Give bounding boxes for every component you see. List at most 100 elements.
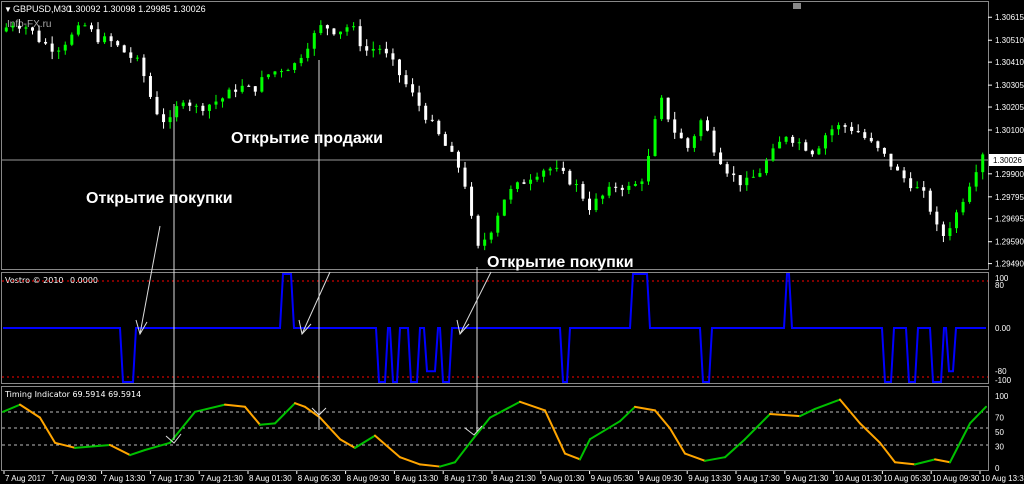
candle-body [561, 167, 565, 171]
candle-body [450, 145, 454, 152]
timing-segment [129, 449, 146, 457]
candle-body [941, 224, 945, 236]
candle-body [397, 59, 401, 76]
timing-axis: 100 70 50 30 0 [995, 392, 1009, 473]
candle-body [188, 102, 192, 106]
vostro-tick-label: 0.00 [995, 324, 1011, 333]
candle-body [207, 104, 211, 111]
time-tick-label: 8 Aug 13:30 [395, 474, 438, 483]
candle-body [692, 136, 696, 148]
time-tick-label: 8 Aug 09:30 [347, 474, 390, 483]
candle-body [686, 138, 690, 148]
timing-tick-label: 70 [995, 414, 1004, 423]
candle-body [732, 173, 736, 176]
price-tick-label: 1.30615 [995, 13, 1024, 22]
candle-body [850, 126, 854, 131]
candle-body [882, 147, 886, 154]
candle-body [404, 75, 408, 85]
vostro-tick-label: 80 [995, 281, 1004, 290]
time-tick-label: 10 Aug 05:30 [883, 474, 931, 483]
candle-body [981, 154, 985, 173]
time-tick-label: 7 Aug 13:30 [103, 474, 146, 483]
timing-tick-label: 50 [995, 428, 1004, 437]
candle-body [325, 25, 329, 29]
candle-body [660, 97, 664, 120]
candle-body [96, 29, 100, 43]
candle-body [103, 36, 107, 43]
ohlc-values: 1.30092 1.30098 1.29985 1.30026 [68, 4, 206, 14]
candle-body [509, 188, 513, 200]
candle-body [240, 85, 244, 92]
candle-body [496, 215, 500, 233]
candle-body [293, 63, 297, 70]
timing-tick-label: 30 [995, 442, 1004, 451]
time-tick-label: 10 Aug 13:30 [981, 474, 1024, 483]
candle-body [286, 69, 290, 72]
candle-body [647, 155, 651, 182]
candle-body [391, 53, 395, 60]
candle-body [280, 71, 284, 73]
candle-body [522, 182, 526, 184]
time-axis: 7 Aug 2017 7 Aug 09:30 7 Aug 13:30 7 Aug 17… [3, 471, 1024, 483]
candlestick-series [4, 19, 985, 251]
candle-body [89, 25, 93, 30]
candle-body [430, 119, 434, 121]
timing-segment [2, 403, 21, 413]
candle-body [928, 190, 932, 212]
timing-segment [859, 422, 881, 444]
time-tick-label: 7 Aug 09:30 [54, 474, 97, 483]
price-tick-label: 1.29490 [995, 260, 1024, 269]
timing-segment [839, 398, 861, 425]
candle-body [116, 41, 120, 46]
candle-body [109, 36, 113, 42]
timing-segment [144, 441, 171, 451]
candle-body [909, 178, 913, 189]
candle-body [784, 136, 788, 142]
time-tick-label: 8 Aug 05:30 [298, 474, 341, 483]
candle-body [620, 187, 624, 190]
candle-body [83, 25, 87, 27]
candle-body [705, 120, 709, 131]
menu-triangle-icon[interactable]: ▼ [4, 5, 12, 14]
timing-segment [579, 438, 591, 461]
candle-body [574, 184, 578, 186]
timing-line [2, 398, 987, 468]
candle-body [4, 27, 8, 32]
candle-body [961, 201, 965, 213]
timing-segment [399, 456, 421, 466]
timing-segment [19, 403, 41, 419]
candle-body [37, 30, 41, 42]
timing-title: Timing Indicator 69.5914 69.5914 [4, 390, 141, 399]
time-tick-label: 7 Aug 2017 [5, 474, 46, 483]
scroll-shift-marker[interactable] [793, 3, 801, 9]
candle-body [352, 26, 356, 28]
timing-segment [769, 413, 801, 418]
time-tick-label: 7 Aug 21:30 [200, 474, 243, 483]
timing-segment [634, 405, 656, 412]
timing-segment [519, 400, 546, 412]
timing-segment [654, 409, 671, 430]
candle-body [338, 31, 342, 35]
candle-body [273, 71, 277, 75]
candle-body [627, 185, 631, 190]
candle-body [306, 48, 310, 58]
price-tick-label: 1.29695 [995, 215, 1024, 224]
candle-body [247, 85, 251, 87]
candle-body [843, 125, 847, 127]
time-tick-label: 9 Aug 17:30 [737, 474, 780, 483]
timing-segment [619, 405, 636, 423]
candle-body [974, 172, 978, 187]
timing-segment [454, 441, 471, 464]
candle-body [614, 186, 618, 188]
candle-body [830, 129, 834, 136]
price-tick-label: 1.29795 [995, 193, 1024, 202]
candle-body [640, 181, 644, 184]
candle-body [11, 25, 15, 28]
time-tick-label: 8 Aug 21:30 [493, 474, 536, 483]
timing-tick-label: 0 [995, 464, 1000, 473]
candle-body [876, 141, 880, 148]
price-tick-label: 1.29900 [995, 170, 1024, 179]
candle-body [483, 239, 487, 246]
timing-segment [544, 409, 566, 455]
candle-body [791, 136, 795, 143]
